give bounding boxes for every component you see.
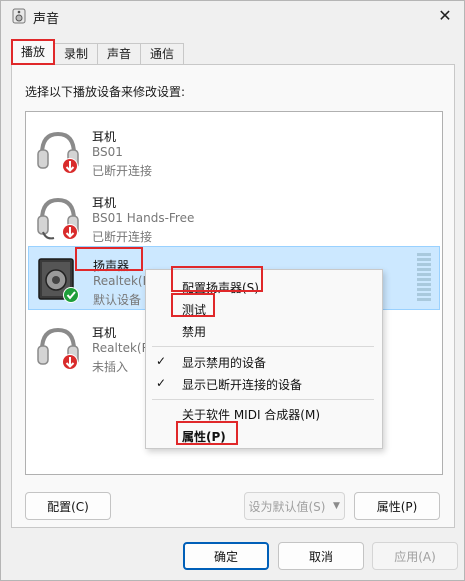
device-name: 扬声器 (93, 259, 130, 273)
instruction-text: 选择以下播放设备来修改设置: (25, 85, 186, 99)
device-name: 耳机 (92, 326, 117, 340)
apply-button[interactable]: 应用(A) (372, 542, 458, 570)
configure-button[interactable]: 配置(C) (25, 492, 111, 520)
menu-separator (152, 346, 374, 347)
close-icon: ✕ (438, 5, 452, 25)
headphones-icon (37, 327, 79, 370)
device-item[interactable]: 耳机 BS01 Hands-Free 已断开连接 (28, 184, 440, 248)
headphones-icon (37, 131, 79, 174)
check-icon: ✓ (156, 376, 167, 390)
menu-separator (152, 399, 374, 400)
menu-item-properties[interactable]: 属性(P) (182, 428, 226, 445)
menu-item-disable[interactable]: 禁用 (182, 323, 206, 340)
properties-button[interactable]: 属性(P) (354, 492, 440, 520)
title-bar: 声音 ✕ (1, 1, 464, 31)
speaker-icon (12, 8, 26, 24)
device-item[interactable]: 耳机 BS01 已断开连接 (28, 118, 440, 182)
device-description: BS01 Hands-Free (92, 211, 195, 225)
menu-item-test[interactable]: 测试 (182, 301, 206, 318)
set-default-button[interactable]: 设为默认值(S) (244, 492, 330, 520)
device-status: 已断开连接 (92, 164, 153, 178)
tab-playback[interactable]: 播放 (11, 39, 56, 65)
menu-item-about-midi[interactable]: 关于软件 MIDI 合成器(M) (182, 406, 320, 423)
context-menu: 配置扬声器(S) 测试 禁用 ✓ 显示禁用的设备 ✓ 显示已断开连接的设备 关于… (145, 269, 383, 449)
device-status: 默认设备 (93, 293, 142, 307)
window-title: 声音 (33, 12, 60, 27)
device-name: 耳机 (92, 196, 117, 210)
device-description: BS01 (92, 145, 123, 159)
menu-item-show-disconnected[interactable]: 显示已断开连接的设备 (182, 376, 302, 393)
device-description: Realtek(R (93, 274, 151, 288)
headset-icon (37, 197, 79, 240)
tab-sounds[interactable]: 声音 (97, 43, 142, 65)
menu-item-configure-speakers[interactable]: 配置扬声器(S) (182, 279, 259, 296)
close-button[interactable]: ✕ (432, 3, 458, 27)
volume-level-meter (417, 253, 431, 303)
ok-button[interactable]: 确定 (183, 542, 269, 570)
cancel-button[interactable]: 取消 (278, 542, 364, 570)
device-status: 已断开连接 (92, 230, 153, 244)
menu-item-show-disabled[interactable]: 显示禁用的设备 (182, 354, 266, 371)
tab-strip: 播放 录制 声音 通信 (11, 39, 185, 65)
device-description: Realtek(R (92, 341, 150, 355)
tab-recording[interactable]: 录制 (54, 43, 99, 65)
set-default-dropdown[interactable]: ▼ (329, 492, 345, 520)
sound-dialog: 声音 ✕ 播放 录制 声音 通信 选择以下播放设备来修改设置: 耳机 BS01 … (0, 0, 465, 581)
device-status: 未插入 (92, 360, 129, 374)
tab-communications[interactable]: 通信 (140, 43, 185, 65)
speaker-device-icon (38, 258, 79, 303)
chevron-down-icon: ▼ (333, 501, 340, 511)
device-name: 耳机 (92, 130, 117, 144)
check-icon: ✓ (156, 354, 167, 368)
